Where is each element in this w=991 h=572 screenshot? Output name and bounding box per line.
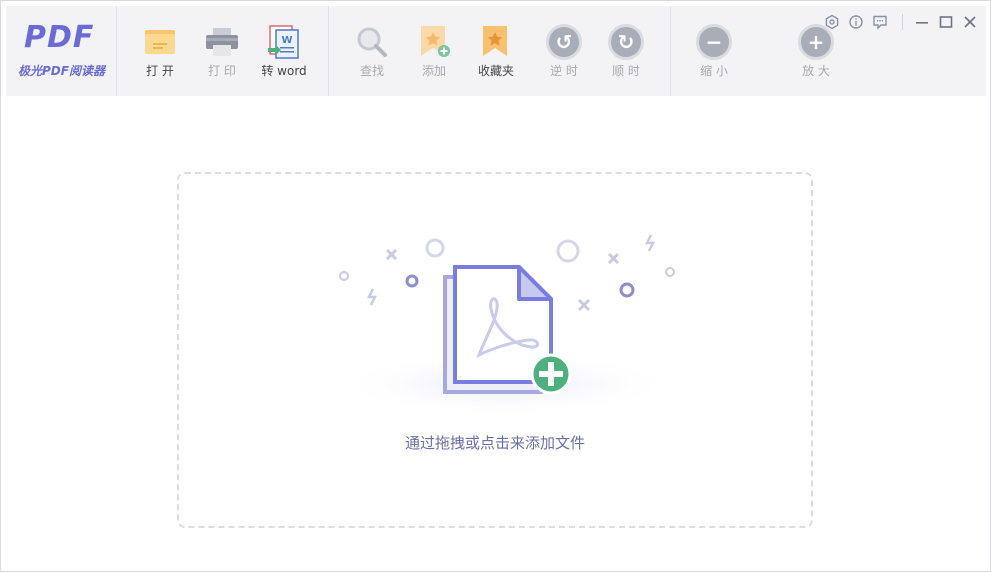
rotate-cw-button[interactable]: ↻ 顺 时 [596,20,656,86]
svg-text:W: W [281,35,292,46]
favorites-icon [483,26,507,56]
logo-subtitle: 极光PDF阅读器 [18,64,105,78]
rotate-ccw-button[interactable]: ↺ 逆 时 [534,20,594,86]
word-convert-icon: W [268,25,299,59]
zoom-in-label: 放 大 [802,64,830,78]
rotate-cw-icon: ↻ [608,24,644,60]
file-drop-zone[interactable]: 通过拖拽或点击来添加文件 [177,172,813,528]
info-icon[interactable] [848,14,864,30]
find-label: 查找 [359,64,384,78]
rotate-ccw-icon: ↺ [546,24,582,60]
settings-icon[interactable] [824,14,840,30]
add-file-illustration [335,234,675,416]
favorites-label: 收藏夹 [477,64,514,78]
window-controls [822,14,982,34]
magnifier-icon [357,27,387,57]
print-label: 打 印 [208,64,236,78]
minus-circle-icon: − [696,24,732,60]
favorites-button[interactable]: 收藏夹 [466,20,526,86]
add-label: 添加 [421,64,446,78]
logo-text: PDF [24,20,95,55]
open-button[interactable]: 打 开 [130,20,190,86]
toolbar-divider [328,6,329,96]
toolbar-divider [116,6,117,96]
add-bookmark-button[interactable]: 添加 [404,20,464,86]
printer-icon [206,28,238,56]
toolbar-divider [670,6,671,96]
controls-divider [902,14,903,30]
toolbar: PDF 极光PDF阅读器 打 开 打 印 W 转 word 查找 添加 收藏夹 … [6,6,986,96]
close-icon[interactable] [962,14,978,30]
zoom-out-label: 缩 小 [700,64,728,78]
bookmark-add-icon [421,26,450,57]
folder-icon [145,30,175,54]
app-logo: PDF 极光PDF阅读器 [18,20,108,86]
feedback-icon[interactable] [872,14,888,30]
drop-hint-text: 通过拖拽或点击来添加文件 [404,434,585,452]
open-label: 打 开 [146,64,174,78]
convert-to-word-button[interactable]: W 转 word [254,20,314,86]
rotate-cw-label: 顺 时 [612,64,640,78]
print-button[interactable]: 打 印 [192,20,252,86]
convert-to-word-label: 转 word [261,64,307,78]
rotate-ccw-label: 逆 时 [550,64,578,78]
find-button[interactable]: 查找 [342,20,402,86]
minimize-icon[interactable] [914,14,930,30]
zoom-out-button[interactable]: − 缩 小 [684,20,744,86]
maximize-icon[interactable] [938,14,954,30]
